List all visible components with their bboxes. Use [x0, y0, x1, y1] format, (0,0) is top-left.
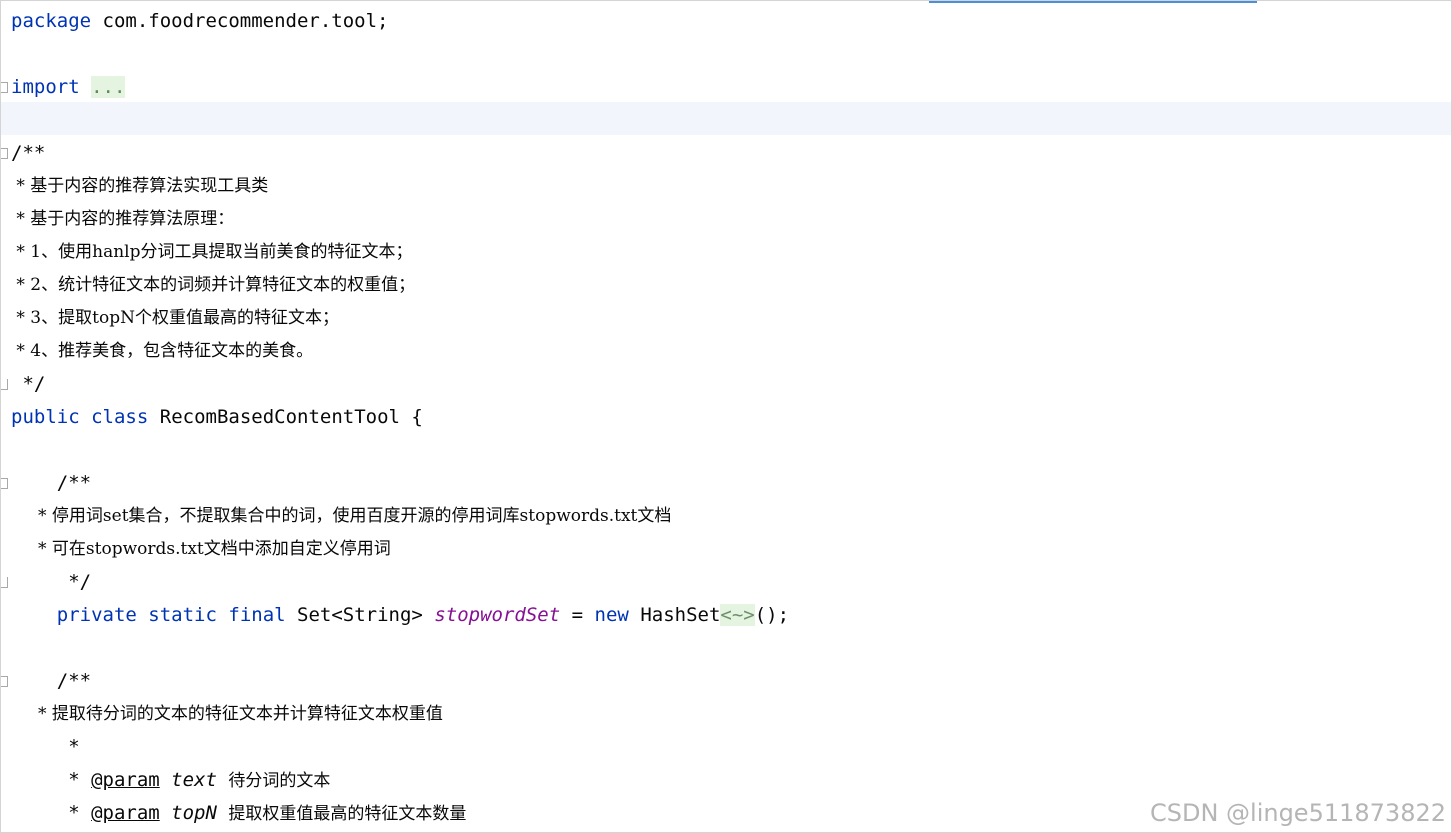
code-line-class-declaration[interactable]: public class RecomBasedContentTool {	[1, 401, 1451, 434]
fold-end-icon[interactable]	[1, 379, 8, 390]
code-line-class-doc[interactable]: * 2、统计特征文本的词频并计算特征文本的权重值；	[1, 269, 1451, 302]
javadoc-tag: @param	[91, 769, 160, 791]
scroll-position-indicator	[929, 1, 1257, 3]
code-line-package[interactable]: package com.foodrecommender.tool;	[1, 5, 1451, 38]
code-editor[interactable]: package com.foodrecommender.tool; import…	[0, 0, 1452, 833]
fold-collapsed-icon[interactable]	[1, 82, 8, 93]
field-name: stopwordSet	[434, 604, 561, 626]
javadoc-tag: @param	[91, 802, 160, 824]
package-name: com.foodrecommender.tool;	[91, 10, 389, 32]
fold-end-icon[interactable]	[1, 577, 8, 588]
folded-diamond[interactable]: <~>	[720, 604, 755, 626]
code-line-class-doc-open[interactable]: /**	[1, 137, 1451, 170]
fold-start-icon[interactable]	[1, 676, 8, 687]
import-keyword: import	[11, 76, 80, 98]
code-line-field-declaration[interactable]: private static final Set<String> stopwor…	[1, 599, 1451, 632]
folded-imports[interactable]: ...	[91, 76, 126, 98]
code-line-field-doc[interactable]: * 可在stopwords.txt文档中添加自定义停用词	[1, 533, 1451, 566]
code-line-field-doc-close[interactable]: */	[1, 566, 1451, 599]
package-keyword: package	[11, 10, 92, 32]
code-line-method-doc-open[interactable]: /**	[1, 665, 1451, 698]
code-line-class-doc[interactable]: * 3、提取topN个权重值最高的特征文本；	[1, 302, 1451, 335]
fold-start-icon[interactable]	[1, 478, 8, 489]
code-line-class-doc[interactable]: * 1、使用hanlp分词工具提取当前美食的特征文本；	[1, 236, 1451, 269]
code-line-field-doc-open[interactable]: /**	[1, 467, 1451, 500]
code-line-class-doc[interactable]: * 基于内容的推荐算法原理：	[1, 203, 1451, 236]
watermark: CSDN @linge511873822	[1149, 799, 1446, 827]
class-name: RecomBasedContentTool	[159, 406, 400, 428]
code-line-method-doc[interactable]: * 提取待分词的文本的特征文本并计算特征文本权重值	[1, 698, 1451, 731]
fold-start-icon[interactable]	[1, 148, 8, 159]
code-line-field-doc[interactable]: * 停用词set集合，不提取集合中的词，使用百度开源的停用词库stopwords…	[1, 500, 1451, 533]
code-line-method-doc[interactable]: *	[1, 731, 1451, 764]
code-line-import[interactable]: import ...	[1, 71, 1451, 104]
code-line-method-doc-param[interactable]: * @param text 待分词的文本	[1, 764, 1451, 797]
code-line-class-doc[interactable]: * 4、推荐美食，包含特征文本的美食。	[1, 335, 1451, 368]
code-line-current[interactable]	[1, 102, 1451, 135]
code-line-class-doc-close[interactable]: */	[1, 368, 1451, 401]
code-line-class-doc[interactable]: * 基于内容的推荐算法实现工具类	[1, 170, 1451, 203]
